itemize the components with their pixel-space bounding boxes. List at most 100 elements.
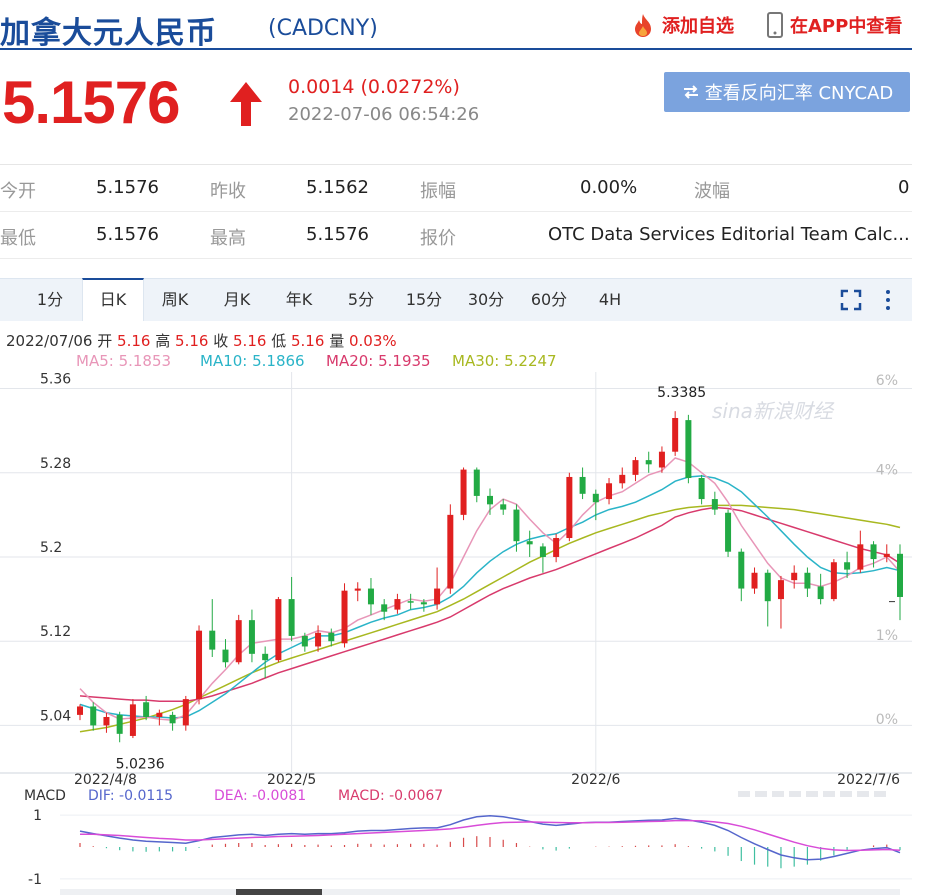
stats-row-2: 最低 5.1576 最高 5.1576 报价 OTC Data Services… <box>0 212 912 259</box>
ma20-line <box>79 506 901 702</box>
add-watchlist-button[interactable]: 添加自选 <box>630 12 734 38</box>
swap-icon <box>683 85 698 99</box>
candle-body <box>500 504 507 510</box>
candle-body <box>407 601 414 603</box>
candle-body <box>196 630 203 700</box>
ohlc-volume: 0.03% <box>348 332 397 350</box>
x-axis-label: 2022/6 <box>571 772 620 788</box>
ma20-legend: MA20: 5.1935 <box>326 352 431 370</box>
stats-table: 今开 5.1576 昨收 5.1562 振幅 0.00% 波幅 0 最低 5.1… <box>0 164 912 259</box>
tab-yearly[interactable]: 年K <box>272 279 326 321</box>
y2-tick-label: 0% <box>876 712 898 728</box>
ohlc-close-label: 收 <box>213 332 229 350</box>
candle-body <box>381 604 388 612</box>
prev-close-value: 5.1562 <box>306 177 369 198</box>
ohlc-close: 5.16 <box>233 332 267 350</box>
candle-body <box>288 599 295 636</box>
macd-toolbar-dot <box>789 791 801 797</box>
macd-toolbar-dot <box>874 791 886 797</box>
candle-body <box>354 588 361 591</box>
tab-monthly[interactable]: 月K <box>210 279 264 321</box>
kline-chart[interactable]: sina新浪财经 5.36 5.28 5.2 5.12 5.04 6% 4% 1% 0% 5.… <box>0 370 912 895</box>
candle-body <box>725 512 732 552</box>
candle-body <box>182 699 189 726</box>
candle-body <box>301 635 308 647</box>
candle-body <box>129 704 136 736</box>
high-value: 5.1576 <box>306 224 369 245</box>
candle-body <box>566 476 573 539</box>
y-tick-label: 5.04 <box>40 708 71 724</box>
candle-body <box>143 702 150 717</box>
candle-body <box>169 714 176 724</box>
candle-body <box>830 562 837 600</box>
tab-weekly[interactable]: 周K <box>148 279 202 321</box>
period-tabs: 1分 日K 周K 月K 年K 5分 15分 30分 60分 4H <box>0 278 912 321</box>
candle-body <box>434 588 441 605</box>
candle-body <box>103 716 110 726</box>
y-tick-label: 5.2 <box>40 540 62 556</box>
arrow-up-icon <box>230 82 262 126</box>
candle-body <box>77 706 83 715</box>
ohlc-info: 2022/07/06 开 5.16 高 5.16 收 5.16 低 5.16 量… <box>6 330 397 351</box>
reverse-rate-button[interactable]: 查看反向汇率 CNYCAD <box>664 72 910 112</box>
candle-body <box>817 586 824 600</box>
candle-body <box>857 544 864 570</box>
candle-body <box>579 476 586 494</box>
y2-tick-label: 1% <box>876 628 898 644</box>
candle-body <box>632 460 639 475</box>
candle-body <box>460 469 467 515</box>
low-value: 5.1576 <box>96 224 159 245</box>
macd-toolbar-dot <box>823 791 835 797</box>
candle-body <box>870 544 877 560</box>
fullscreen-icon[interactable] <box>840 289 862 311</box>
tab-5min[interactable]: 5分 <box>334 279 388 321</box>
y2-tick-label: 4% <box>876 463 898 479</box>
tab-15min[interactable]: 15分 <box>396 279 452 321</box>
macd-toolbar-dot <box>772 791 784 797</box>
more-menu-icon[interactable] <box>884 289 892 311</box>
view-in-app-button[interactable]: 在APP中查看 <box>766 12 902 38</box>
add-watchlist-label: 添加自选 <box>662 16 734 37</box>
ma5-legend: MA5: 5.1853 <box>76 352 172 370</box>
ohlc-volume-label: 量 <box>329 332 345 350</box>
macd-toolbar-dot <box>806 791 818 797</box>
tab-30min[interactable]: 30分 <box>458 279 514 321</box>
candle-body <box>698 478 705 500</box>
ohlc-low-label: 低 <box>271 332 287 350</box>
dea-legend: DEA: -0.0081 <box>214 788 306 804</box>
ohlc-date: 2022/07/06 <box>6 332 93 350</box>
candle-body <box>275 599 282 661</box>
price-annotation: 5.0236 <box>116 757 165 773</box>
volatility-value: 0 <box>898 177 910 198</box>
candle-body <box>222 649 229 663</box>
tab-4h[interactable]: 4H <box>584 279 636 321</box>
candle-body <box>672 418 679 452</box>
candle-body <box>764 572 771 602</box>
prev-close-label: 昨收 <box>210 181 246 202</box>
price-annotation: 5.3385 <box>657 385 706 401</box>
macd-toolbar-dot <box>738 791 750 797</box>
high-label: 最高 <box>210 228 246 249</box>
fire-icon <box>635 14 651 37</box>
low-label: 最低 <box>0 228 36 249</box>
amplitude-value: 0.00% <box>580 177 638 198</box>
candle-body <box>90 706 97 726</box>
candle-body <box>367 588 374 605</box>
ohlc-high: 5.16 <box>175 332 209 350</box>
ma10-legend: MA10: 5.1866 <box>200 352 305 370</box>
candle-body <box>526 541 533 545</box>
symbol-code: (CADCNY) <box>268 16 378 41</box>
candle-body <box>883 553 890 557</box>
candle-body <box>262 653 269 661</box>
candle-body <box>804 572 811 589</box>
candle-body <box>394 599 401 610</box>
scrollbar-thumb <box>236 889 322 895</box>
tab-1min[interactable]: 1分 <box>24 279 76 321</box>
candle-body <box>645 460 652 465</box>
macd-toolbar-dot <box>755 791 767 797</box>
tab-60min[interactable]: 60分 <box>520 279 578 321</box>
tab-daily[interactable]: 日K <box>82 278 144 321</box>
x-axis-label: 2022/4/8 <box>74 772 137 788</box>
scrollbar-track <box>60 889 900 895</box>
quote-source-value: OTC Data Services Editorial Team Calc... <box>548 224 910 245</box>
